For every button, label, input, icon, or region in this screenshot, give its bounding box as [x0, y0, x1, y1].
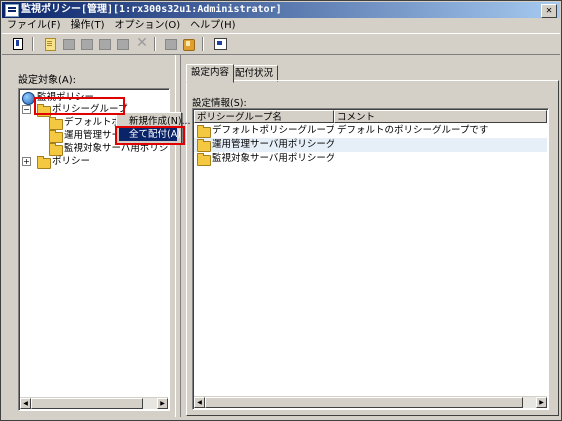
menu-item-distribute-all[interactable]: 全て配付(A): [119, 128, 181, 141]
title-bar[interactable]: 監視ポリシー[管理][1:rx300s32u1:Administrator] ✕: [2, 2, 560, 18]
save-icon: [96, 36, 112, 51]
row-name: 監視対象サーバ用ポリシーグ...: [212, 153, 334, 164]
folder-icon: [197, 139, 211, 152]
toolbar-separator: [154, 37, 156, 51]
refresh-icon: [162, 36, 178, 51]
folder-icon: [37, 156, 51, 169]
context-menu: 新規作成(N)... 全て配付(A): [116, 112, 191, 144]
list-row[interactable]: 運用管理サーバ用ポリシーグ...: [194, 138, 547, 152]
tree-item-label: ポリシー: [52, 156, 91, 167]
menu-bar: ファイル(F) 操作(T) オプション(O) ヘルプ(H): [2, 18, 560, 33]
menu-file[interactable]: ファイル(F): [2, 18, 66, 33]
target-label: 設定対象(A):: [18, 75, 77, 86]
scroll-left-button[interactable]: ◀: [20, 398, 31, 409]
row-comment: デフォルトのポリシーグループです: [337, 125, 489, 136]
pane-splitter[interactable]: [175, 55, 181, 417]
app-icon: [5, 4, 19, 17]
menu-operation[interactable]: 操作(T): [66, 18, 110, 33]
toolbar-separator: [202, 37, 204, 51]
globe-icon: [22, 92, 35, 105]
list-row[interactable]: デフォルトポリシーグループ デフォルトのポリシーグループです: [194, 124, 547, 138]
distribute-icon[interactable]: [180, 36, 196, 51]
column-header-comment[interactable]: コメント: [334, 110, 547, 123]
row-name: 運用管理サーバ用ポリシーグ...: [212, 139, 334, 150]
toolbar-separator: [32, 37, 34, 51]
folder-icon: [197, 153, 211, 166]
tab-settings[interactable]: 設定内容: [186, 64, 235, 83]
column-header-name[interactable]: ポリシーグループ名: [194, 110, 334, 123]
settings-info-label: 設定情報(S):: [192, 98, 247, 109]
folder-icon: [49, 117, 63, 130]
scrollbar-thumb[interactable]: [31, 398, 143, 409]
scroll-left-button[interactable]: ◀: [194, 397, 205, 408]
new-policy-icon[interactable]: [42, 36, 58, 51]
expand-icon[interactable]: +: [22, 157, 31, 166]
right-panel: 設定内容 配付状況 設定情報(S): ポリシーグループ名 コメント デフォルトポ…: [182, 55, 559, 417]
tree-item-label: 運用管理サー: [64, 130, 122, 141]
policy-group-list[interactable]: ポリシーグループ名 コメント デフォルトポリシーグループ デフォルトのポリシーグ…: [192, 108, 549, 410]
copy-icon: [60, 36, 76, 51]
row-name: デフォルトポリシーグループ: [212, 125, 334, 136]
collapse-icon[interactable]: −: [22, 105, 31, 114]
menu-options[interactable]: オプション(O): [109, 18, 185, 33]
delete-icon: ✕: [136, 35, 148, 51]
left-panel: 設定対象(A): 監視ポリシー − ポリシーグループ デフォルトポ 運用管理サー: [4, 55, 174, 417]
list-row[interactable]: 監視対象サーバ用ポリシーグ...: [194, 152, 547, 166]
folder-icon: [49, 130, 63, 143]
main-window: 監視ポリシー[管理][1:rx300s32u1:Administrator] ✕…: [0, 0, 562, 421]
list-horizontal-scrollbar[interactable]: ◀ ▶: [194, 396, 547, 408]
open-icon[interactable]: [10, 36, 26, 51]
tree-item-label: デフォルトポ: [64, 117, 122, 128]
window-title: 監視ポリシー[管理][1:rx300s32u1:Administrator]: [21, 4, 282, 15]
folder-icon: [197, 125, 211, 138]
menu-help[interactable]: ヘルプ(H): [185, 18, 240, 33]
scroll-right-button[interactable]: ▶: [536, 397, 547, 408]
scrollbar-thumb[interactable]: [205, 397, 523, 408]
menu-item-new[interactable]: 新規作成(N)...: [119, 115, 191, 128]
list-header: ポリシーグループ名 コメント: [194, 110, 547, 123]
tab-page: 設定情報(S): ポリシーグループ名 コメント デフォルトポリシーグループ デフ…: [186, 80, 559, 416]
toolbar: ✕: [2, 33, 560, 55]
edit-icon: [78, 36, 94, 51]
tree-horizontal-scrollbar[interactable]: ◀ ▶: [20, 397, 168, 409]
paste-icon: [114, 36, 130, 51]
properties-icon[interactable]: [212, 36, 228, 51]
close-button[interactable]: ✕: [541, 4, 557, 18]
folder-icon: [37, 104, 51, 117]
scroll-right-button[interactable]: ▶: [157, 398, 168, 409]
